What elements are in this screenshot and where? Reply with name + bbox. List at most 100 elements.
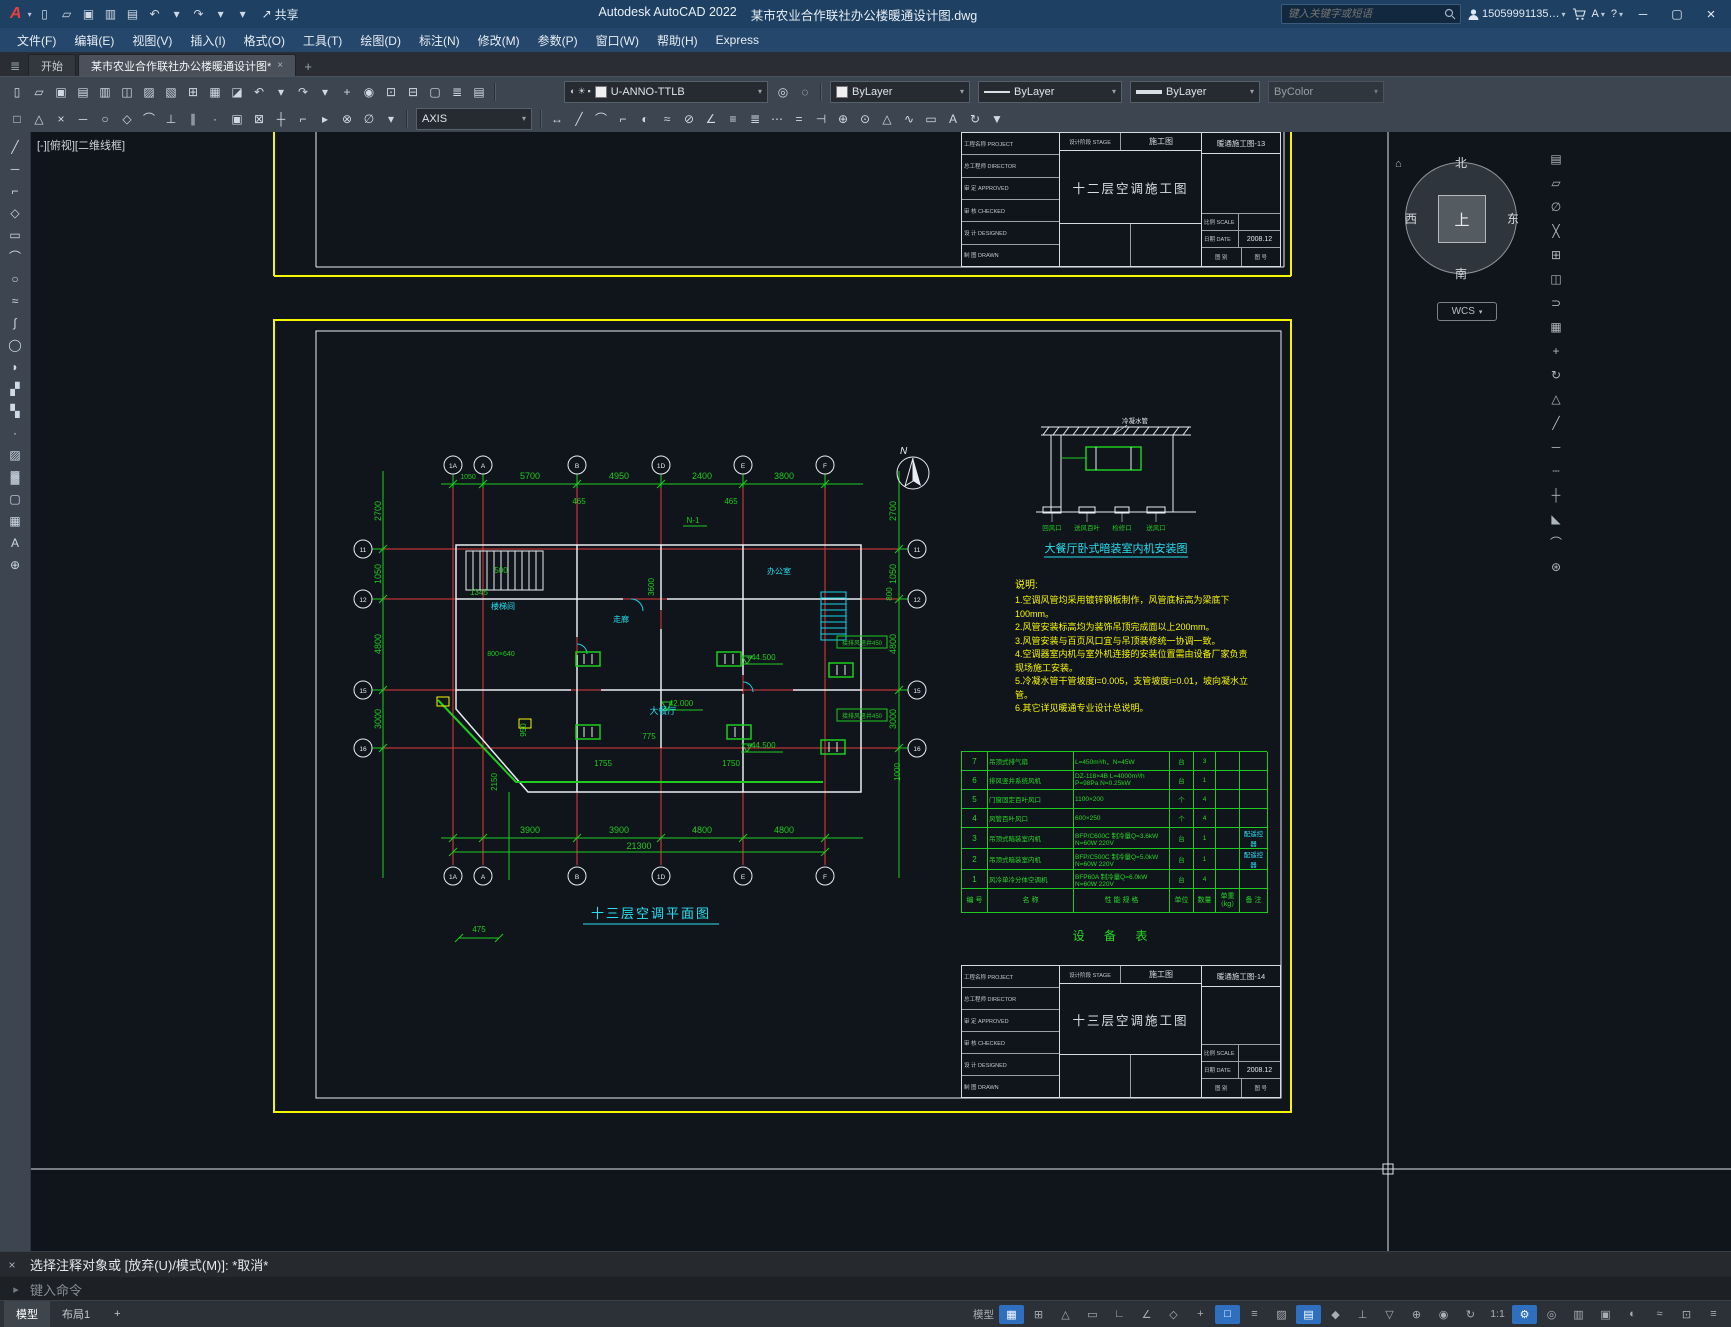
fillet-icon[interactable]: ⌒ [1545, 532, 1567, 553]
clean-screen-icon[interactable]: ⊡ [1674, 1305, 1699, 1324]
viewcube-north[interactable]: 北 [1455, 154, 1467, 171]
snap-endpoint-icon[interactable]: □ [6, 109, 28, 129]
pan-icon[interactable]: + [336, 82, 358, 102]
lineweight-icon[interactable]: ≡ [1242, 1305, 1267, 1324]
workspace-switch-icon[interactable]: ⚙ [1512, 1304, 1537, 1324]
plot-preview-icon[interactable]: ◫ [116, 82, 138, 102]
help-button[interactable]: ? ▾ [1611, 8, 1623, 20]
snap-extension-icon[interactable]: ─ [72, 109, 94, 129]
menu-item[interactable]: 格式(O) [235, 28, 294, 52]
markup-icon[interactable]: ▱ [1545, 172, 1567, 193]
qat-redo-arrow-icon[interactable]: ▾ [210, 4, 232, 24]
plot-icon[interactable]: ▥ [94, 82, 116, 102]
save-icon[interactable]: ▣ [50, 82, 72, 102]
make-block-icon[interactable]: ▚ [3, 400, 27, 421]
offset-icon[interactable]: ⊃ [1545, 292, 1567, 313]
layer-combo[interactable]: ◐ ☀ ▪ U-ANNO-TTLB ▾ [564, 80, 768, 103]
viewcube-east[interactable]: 东 [1507, 210, 1519, 227]
menu-item[interactable]: 参数(P) [529, 28, 587, 52]
osnap-3d-icon[interactable]: ◆ [1323, 1305, 1348, 1324]
dimension-edit-icon[interactable]: ▭ [920, 109, 942, 129]
drawing-canvas[interactable]: N 1A A B 1D E F 1A A B 1D E F 11 12 15 1… [31, 132, 1731, 1252]
region-tool-icon[interactable]: ▢ [3, 488, 27, 509]
add-selected-icon[interactable]: ⊕ [3, 554, 27, 575]
publish-icon[interactable]: ▨ [138, 82, 160, 102]
osnap-icon[interactable]: □ [1215, 1304, 1240, 1324]
zoom-realtime-icon[interactable]: ◉ [358, 82, 380, 102]
osnap-tracking-icon[interactable]: + [1188, 1305, 1213, 1324]
dimension-style-icon[interactable]: ▼ [986, 109, 1008, 129]
snap-nearest-icon[interactable]: ⊠ [248, 109, 270, 129]
hatch-tool-icon[interactable]: ▨ [3, 444, 27, 465]
redo-icon[interactable]: ↷ [292, 82, 314, 102]
spline-tool-icon[interactable]: ∫ [3, 312, 27, 333]
qat-new-icon[interactable]: ▯ [34, 4, 56, 24]
copy-object-icon[interactable]: ⊞ [1545, 244, 1567, 265]
dimension-break-icon[interactable]: ⊣ [810, 109, 832, 129]
move-icon[interactable]: + [1545, 340, 1567, 361]
snap-midpoint-icon[interactable]: △ [28, 109, 50, 129]
snap-mode-icon[interactable]: ⊞ [1026, 1305, 1051, 1324]
qat-save-icon[interactable]: ▣ [78, 4, 100, 24]
dimension-update-icon[interactable]: ↻ [964, 109, 986, 129]
search-icon[interactable] [1444, 8, 1456, 20]
qat-redo-icon[interactable]: ↷ [188, 4, 210, 24]
saveas-icon[interactable]: ▤ [72, 82, 94, 102]
linetype-combo[interactable]: ByLayer ▾ [978, 80, 1122, 103]
gradient-tool-icon[interactable]: ▓ [3, 466, 27, 487]
rectangle-tool-icon[interactable]: ▭ [3, 224, 27, 245]
apps-button[interactable]: A ▾ [1592, 8, 1605, 20]
radius-icon[interactable]: ◐ [634, 109, 656, 129]
inspect-icon[interactable]: △ [876, 109, 898, 129]
annotation-scale-label[interactable]: 1:1 [1485, 1305, 1510, 1324]
viewport-controls[interactable]: [-][俯视][二维线框] [37, 137, 125, 153]
zoom-window-icon[interactable]: ⊡ [380, 82, 402, 102]
annotation-monitor-icon[interactable]: ◎ [1539, 1305, 1564, 1324]
revcloud-tool-icon[interactable]: ≈ [3, 290, 27, 311]
style-combo[interactable]: AXIS ▾ [416, 107, 532, 130]
dimension-space-icon[interactable]: = [788, 109, 810, 129]
dynamic-ucs-icon[interactable]: ⊥ [1350, 1305, 1375, 1324]
snap-perpendicular-icon[interactable]: ⊥ [160, 109, 182, 129]
qat-undo-arrow-icon[interactable]: ▾ [166, 4, 188, 24]
viewcube-top-face[interactable]: 上 [1438, 195, 1486, 243]
selection-filter-icon[interactable]: ▽ [1377, 1305, 1402, 1324]
polygon-tool-icon[interactable]: ◇ [3, 202, 27, 223]
lock-ui-icon[interactable]: ▣ [1593, 1305, 1618, 1324]
new-drawing-tab-button[interactable]: + [298, 56, 318, 76]
tab-start[interactable]: 开始 [28, 54, 76, 76]
make-layer-current-icon[interactable]: ◎ [772, 82, 794, 102]
snap-tangent-icon[interactable]: ⌒ [138, 109, 160, 129]
zoom-previous-icon[interactable]: ⊟ [402, 82, 424, 102]
snap-parallel-icon[interactable]: ∥ [182, 109, 204, 129]
tab-close-icon[interactable]: × [277, 60, 283, 71]
snap-quadrant-icon[interactable]: ◇ [116, 109, 138, 129]
layer-properties-icon[interactable]: ≣ [446, 82, 468, 102]
diameter-icon[interactable]: ⊘ [678, 109, 700, 129]
tab-drawing[interactable]: 某市农业合作联社办公楼暖通设计图* × [78, 54, 297, 76]
rotate-icon[interactable]: ↻ [1545, 364, 1567, 385]
command-close-icon[interactable]: × [0, 1258, 24, 1272]
menu-item[interactable]: Express [707, 28, 768, 52]
layer-states-icon[interactable]: ▤ [468, 82, 490, 102]
menu-item[interactable]: 文件(F) [8, 28, 65, 52]
snap-insert-icon[interactable]: ▣ [226, 109, 248, 129]
properties-icon[interactable]: ▢ [424, 82, 446, 102]
isometric-drafting-icon[interactable]: ◇ [1161, 1305, 1186, 1324]
tolerance-icon[interactable]: ⊕ [832, 109, 854, 129]
erase-icon[interactable]: ╳ [1545, 220, 1567, 241]
qat-undo-icon[interactable]: ↶ [144, 4, 166, 24]
point-filter-icon[interactable]: ▸ [314, 109, 336, 129]
insert-block-icon[interactable]: ▞ [3, 378, 27, 399]
break-icon[interactable]: ┄ [1545, 460, 1567, 481]
arc-tool-icon[interactable]: ⌒ [3, 246, 27, 267]
menu-item[interactable]: 工具(T) [294, 28, 351, 52]
command-input[interactable]: ▸ 键入命令 [0, 1277, 1731, 1301]
viewcube-home-icon[interactable]: ⌂ [1395, 158, 1402, 170]
circle-tool-icon[interactable]: ○ [3, 268, 27, 289]
menu-item[interactable]: 窗口(W) [587, 28, 648, 52]
text-angle-icon[interactable]: A [942, 109, 964, 129]
menu-item[interactable]: 视图(V) [123, 28, 181, 52]
polar-tracking-icon[interactable]: ∠ [1134, 1305, 1159, 1324]
viewcube-west[interactable]: 西 [1405, 210, 1417, 227]
